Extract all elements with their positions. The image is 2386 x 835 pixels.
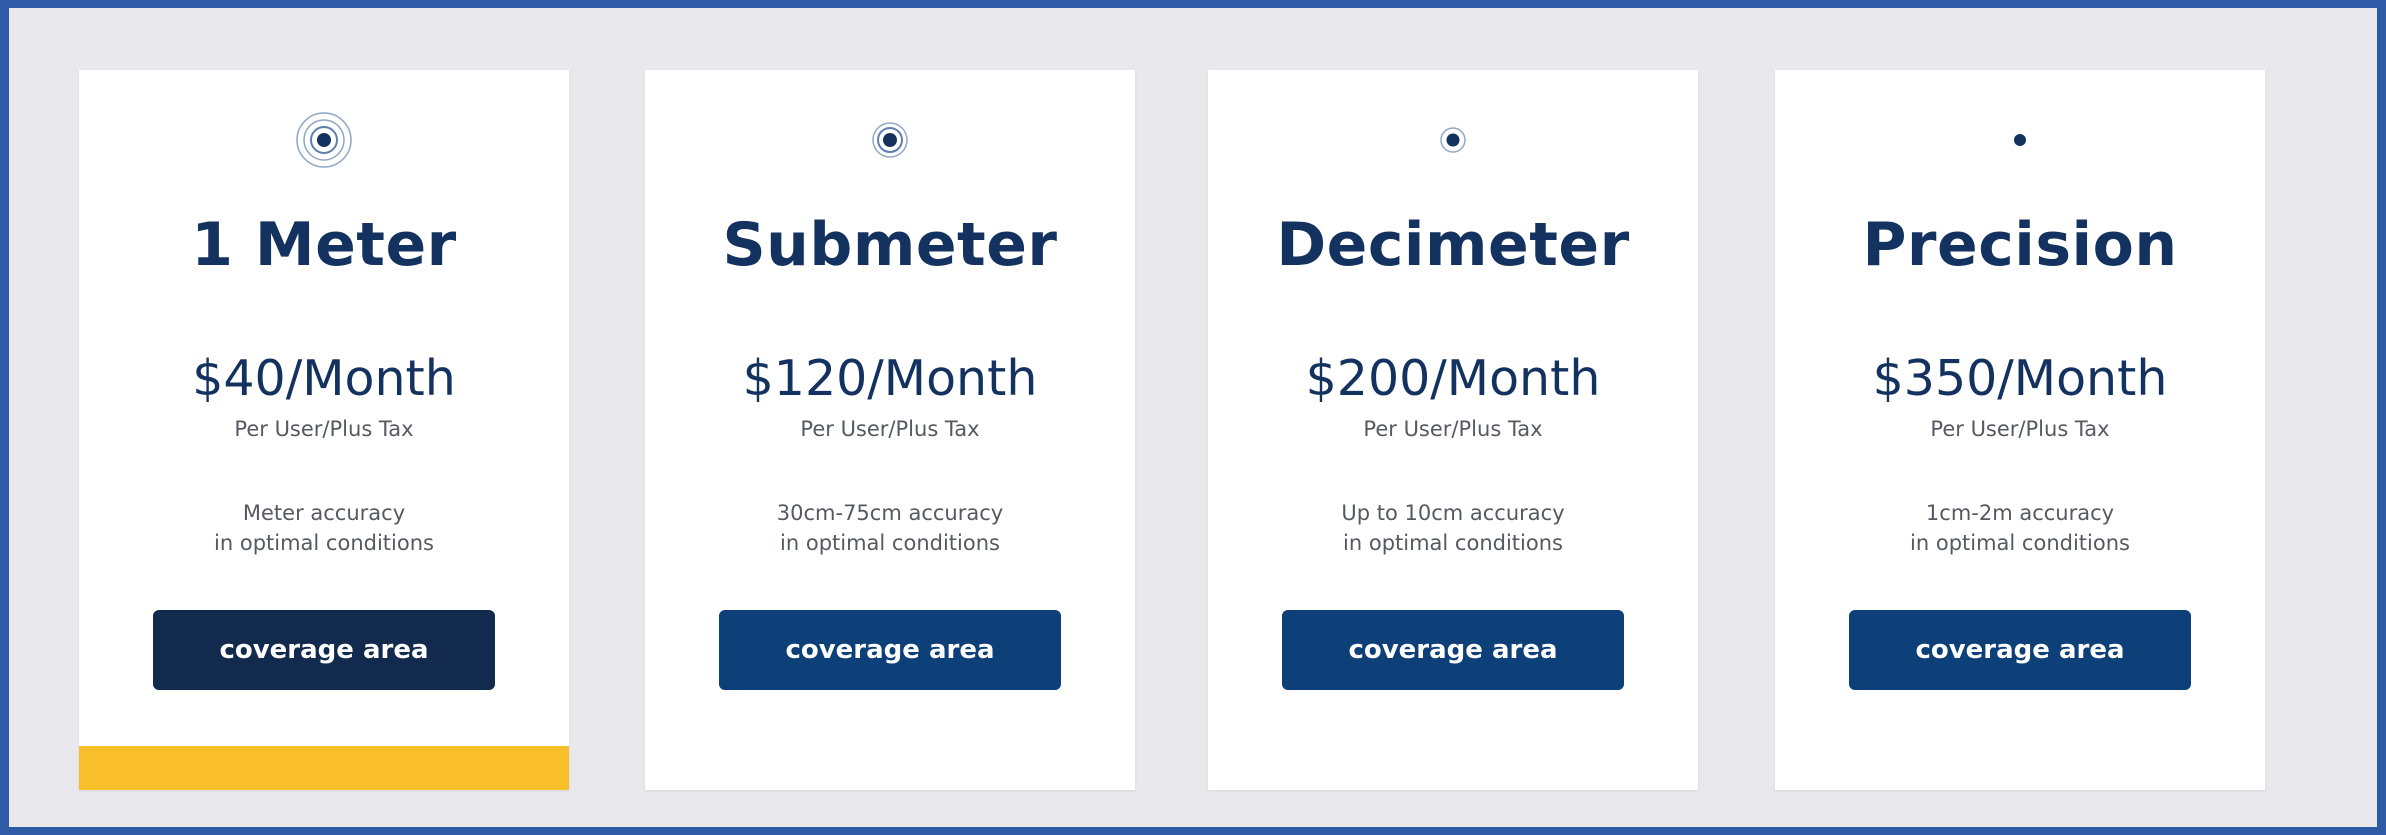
plan-price-note: Per User/Plus Tax [800, 417, 980, 441]
plan-price: $350/Month [1872, 350, 2168, 407]
plan-title: Precision [1862, 210, 2178, 280]
signal-rings-large-icon [296, 112, 352, 168]
plan-card-submeter[interactable]: Submeter $120/Month Per User/Plus Tax 30… [645, 70, 1135, 790]
plan-accuracy-line-1: Meter accuracy [242, 501, 406, 525]
plan-price-note: Per User/Plus Tax [1930, 417, 2110, 441]
plan-title: Submeter [722, 210, 1058, 280]
plan-accuracy-line-1: Up to 10cm accuracy [1341, 501, 1565, 525]
plan-price-note: Per User/Plus Tax [1363, 417, 1543, 441]
coverage-area-button[interactable]: coverage area [719, 610, 1061, 690]
pricing-panel: 1 Meter $40/Month Per User/Plus Tax Mete… [9, 8, 2377, 827]
dot-icon [2014, 134, 2026, 146]
plan-accuracy: Up to 10cm accuracy in optimal condition… [1208, 498, 1698, 558]
plan-title: 1 Meter [191, 210, 457, 280]
plan-accuracy-line-2: in optimal conditions [780, 531, 1000, 555]
coverage-area-button[interactable]: coverage area [1849, 610, 2191, 690]
plan-accuracy: 30cm-75cm accuracy in optimal conditions [645, 498, 1135, 558]
plan-title: Decimeter [1276, 210, 1630, 280]
plan-accuracy-line-1: 1cm-2m accuracy [1925, 501, 2115, 525]
plan-card-decimeter[interactable]: Decimeter $200/Month Per User/Plus Tax U… [1208, 70, 1698, 790]
plan-price: $200/Month [1305, 350, 1601, 407]
coverage-area-button[interactable]: coverage area [1282, 610, 1624, 690]
coverage-area-button[interactable]: coverage area [153, 610, 495, 690]
plan-price: $40/Month [192, 350, 456, 407]
plan-accuracy: Meter accuracy in optimal conditions [79, 498, 569, 558]
plan-accuracy: 1cm-2m accuracy in optimal conditions [1775, 498, 2265, 558]
selected-indicator-bar [79, 746, 569, 790]
plan-price: $120/Month [742, 350, 1038, 407]
plan-accuracy-line-2: in optimal conditions [1343, 531, 1563, 555]
plan-card-1-meter[interactable]: 1 Meter $40/Month Per User/Plus Tax Mete… [79, 70, 569, 790]
plan-price-note: Per User/Plus Tax [234, 417, 414, 441]
signal-rings-small-icon [1440, 127, 1466, 153]
plan-accuracy-line-1: 30cm-75cm accuracy [776, 501, 1004, 525]
signal-rings-medium-icon [872, 122, 908, 158]
plan-accuracy-line-2: in optimal conditions [214, 531, 434, 555]
plan-card-precision[interactable]: Precision $350/Month Per User/Plus Tax 1… [1775, 70, 2265, 790]
plan-accuracy-line-2: in optimal conditions [1910, 531, 2130, 555]
